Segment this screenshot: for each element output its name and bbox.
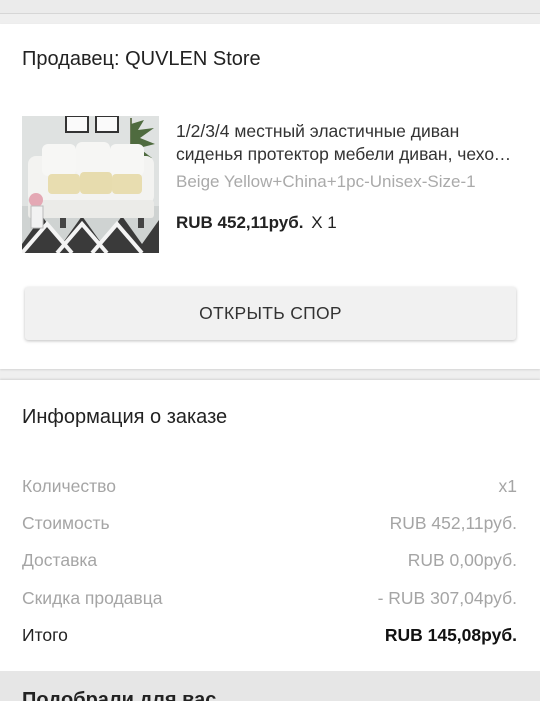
summary-row-shipping: Доставка RUB 0,00руб.: [22, 550, 517, 574]
product-photo: [22, 116, 159, 253]
summary-row-cost: Стоимость RUB 452,11руб.: [22, 513, 517, 537]
summary-label: Количество: [22, 476, 116, 496]
summary-value: x1: [498, 476, 517, 496]
product-thumbnail[interactable]: [22, 116, 159, 253]
total-label: Итого: [22, 625, 68, 645]
product-variant: Beige Yellow+China+1pc-Unisex-Size-1: [176, 172, 476, 191]
summary-row-total: Итого RUB 145,08руб.: [22, 625, 517, 649]
summary-value: - RUB 307,04руб.: [377, 588, 517, 608]
summary-label: Доставка: [22, 550, 98, 570]
open-dispute-button[interactable]: ОТКРЫТЬ СПОР: [25, 287, 516, 340]
seller-order-card: Продавец: QUVLEN Store 1/2/3/4 местный э: [0, 24, 540, 369]
top-divider: [0, 0, 540, 14]
product-price-row: RUB 452,11руб. X 1: [176, 213, 337, 233]
seller-name[interactable]: Продавец: QUVLEN Store: [22, 48, 261, 71]
recommendations-title: Подобрали для вас: [22, 689, 217, 701]
product-price: RUB 452,11руб.: [176, 213, 304, 232]
recommendations-section: Подобрали для вас: [0, 671, 540, 701]
order-info-title: Информация о заказе: [22, 406, 228, 428]
summary-label: Скидка продавца: [22, 588, 163, 608]
order-info-card: Информация о заказе Количество x1 Стоимо…: [0, 380, 540, 671]
summary-label: Стоимость: [22, 513, 110, 533]
summary-value: RUB 452,11руб.: [389, 513, 517, 533]
summary-value: RUB 0,00руб.: [407, 550, 517, 570]
total-value: RUB 145,08руб.: [384, 625, 517, 645]
product-quantity: X 1: [311, 213, 337, 232]
summary-row-seller-discount: Скидка продавца - RUB 307,04руб.: [22, 588, 517, 612]
product-title[interactable]: 1/2/3/4 местный эластичные диван сиденья…: [176, 120, 516, 166]
summary-row-quantity: Количество x1: [22, 476, 517, 500]
